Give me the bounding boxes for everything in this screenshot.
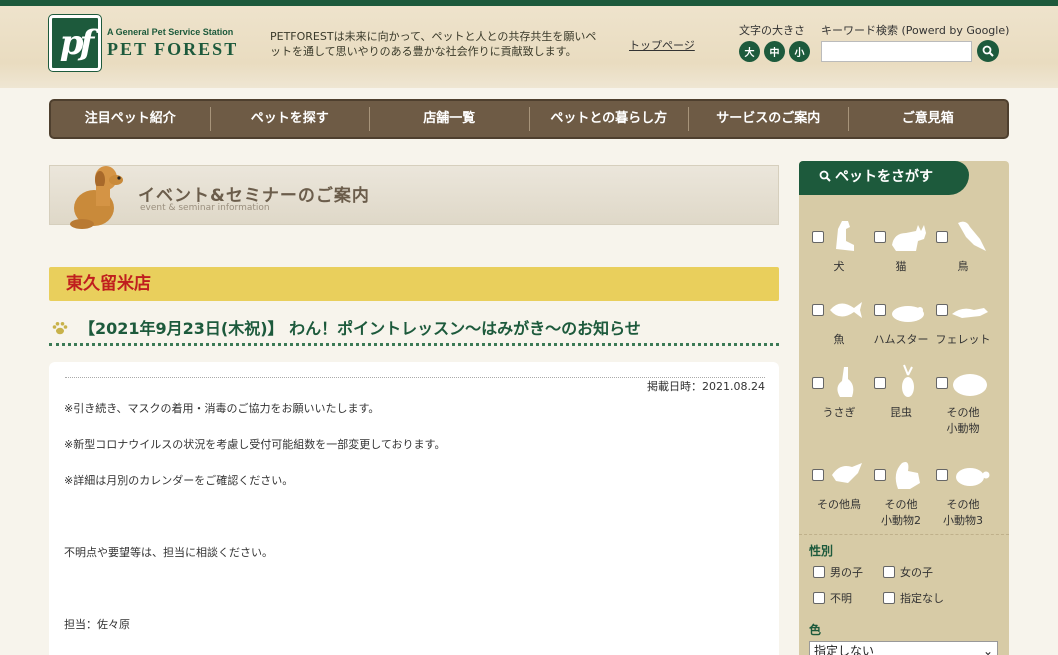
- dog-illustration-icon: [70, 166, 123, 229]
- pet-type-checkbox[interactable]: [936, 304, 948, 316]
- site-tagline: PETFORESTは未来に向かって、ペットと人との共存共生を願いペットを通して思…: [270, 30, 597, 58]
- logo-subtitle: A General Pet Service Station: [107, 26, 234, 37]
- font-size-label: 文字の大きさ: [739, 24, 805, 37]
- beetle-icon: [902, 364, 914, 397]
- global-nav: 注目ペット紹介 ペットを探す 店舗一覧 ペットとの暮らし方 サービスのご案内 ご…: [49, 99, 1009, 139]
- article-paragraph: ※引き続き、マスクの着用・消毒のご協力をお願いいたします。: [64, 402, 380, 415]
- pet-type-checkbox[interactable]: [812, 231, 824, 243]
- pet-type-label: 犬: [833, 260, 845, 273]
- pet-type-checkbox[interactable]: [936, 377, 948, 389]
- pet-type-option[interactable]: 魚: [807, 286, 871, 348]
- font-size-buttons: 大 中 小: [739, 41, 810, 62]
- small-animal-icon: [953, 374, 987, 396]
- section-banner: イベント&セミナーのご案内 event & seminar informatio…: [49, 165, 779, 229]
- shop-name-heading: 東久留米店: [49, 267, 779, 301]
- squirrel-icon: [895, 462, 920, 489]
- divider: [799, 534, 1009, 535]
- search-icon: [819, 170, 831, 182]
- pet-type-option[interactable]: その他 小動物2: [869, 451, 933, 529]
- color-label: 色: [809, 623, 822, 637]
- pet-type-option[interactable]: その他 小動物3: [931, 451, 995, 529]
- pet-type-label: ハムスター: [873, 333, 929, 346]
- search-input[interactable]: [821, 41, 972, 62]
- pet-type-checkbox[interactable]: [936, 469, 948, 481]
- pet-type-option[interactable]: 鳥: [931, 213, 995, 275]
- gender-unknown-checkbox[interactable]: 不明: [813, 590, 852, 606]
- pet-type-checkbox[interactable]: [936, 231, 948, 243]
- site-logo[interactable]: pf A General Pet Service Station PET FOR…: [49, 15, 238, 71]
- event-title-text: 【2021年9月23日(木祝)】 わん！ポイントレッスン～はみがき～のお知らせ: [79, 319, 641, 338]
- chevron-down-icon: ⌄: [982, 644, 993, 655]
- nav-featured-pets[interactable]: 注目ペット紹介: [51, 107, 211, 131]
- other-bird-icon: [832, 463, 862, 483]
- font-size-large-button[interactable]: 大: [739, 41, 760, 62]
- nav-find-pets[interactable]: ペットを探す: [211, 107, 370, 131]
- event-title: 【2021年9月23日(木祝)】 わん！ポイントレッスン～はみがき～のお知らせ: [49, 316, 779, 346]
- section-subtitle: event & seminar information: [140, 203, 270, 213]
- gender-label: 性別: [809, 544, 834, 558]
- pet-type-option[interactable]: その他鳥: [807, 451, 871, 513]
- font-size-medium-button[interactable]: 中: [764, 41, 785, 62]
- color-select[interactable]: 指定しない ⌄: [809, 641, 998, 655]
- article-paragraph: ※詳細は月別のカレンダーをご確認ください。: [64, 474, 294, 487]
- pet-type-option[interactable]: ハムスター: [869, 286, 933, 348]
- pet-type-option[interactable]: 昆虫: [869, 359, 933, 421]
- pet-type-option[interactable]: 犬: [807, 213, 871, 275]
- article-paragraph: 不明点や要望等は、担当に相談ください。: [64, 546, 273, 559]
- logo-title: PET FOREST: [107, 38, 239, 59]
- gender-female-checkbox[interactable]: 女の子: [883, 564, 933, 580]
- search-icon: [982, 45, 994, 57]
- nav-services[interactable]: サービスのご案内: [689, 107, 849, 131]
- pet-type-checkbox[interactable]: [874, 377, 886, 389]
- gender-any-checkbox[interactable]: 指定なし: [883, 590, 944, 606]
- fish-icon: [830, 302, 862, 318]
- search-label: キーワード検索 (Powerd by Google): [821, 24, 1010, 37]
- pet-type-option[interactable]: フェレット: [931, 286, 995, 348]
- pet-search-title: ペットをさがす: [799, 161, 969, 195]
- pet-type-checkbox[interactable]: [874, 304, 886, 316]
- pet-type-option[interactable]: 猫: [869, 213, 933, 275]
- pet-search-sidebar: ペットをさがす 犬 猫 鳥魚 ハムスター フェレットうさぎ 昆虫 その他 小動物その他鳥 その…: [799, 161, 1009, 655]
- pet-type-label: 猫: [895, 260, 907, 273]
- paw-icon: [52, 322, 68, 335]
- nav-shop-list[interactable]: 店舗一覧: [370, 107, 530, 131]
- ferret-icon: [952, 308, 988, 318]
- top-page-link[interactable]: トップページ: [629, 37, 695, 53]
- pet-type-label: その他鳥: [817, 498, 861, 511]
- article-paragraph: ※新型コロナウイルスの状況を考慮し受付可能組数を一部変更しております。: [64, 438, 446, 451]
- rabbit-icon: [837, 367, 854, 397]
- post-date: 掲載日時：2021.08.24: [65, 377, 765, 394]
- pet-type-checkbox[interactable]: [812, 304, 824, 316]
- gender-male-checkbox[interactable]: 男の子: [813, 564, 863, 580]
- pet-type-label: その他 小動物3: [943, 498, 983, 527]
- pet-type-label: うさぎ: [822, 406, 856, 419]
- nav-living-with-pets[interactable]: ペットとの暮らし方: [530, 107, 689, 131]
- pet-type-label: 昆虫: [890, 406, 912, 419]
- pet-type-label: フェレット: [935, 333, 991, 346]
- dog-icon: [836, 221, 854, 251]
- article-paragraph: 担当：佐々原: [64, 618, 130, 631]
- pet-type-option[interactable]: その他 小動物: [931, 359, 995, 437]
- pet-type-label: 鳥: [957, 260, 969, 273]
- logo-mark: pf: [49, 15, 101, 71]
- article-body: 掲載日時：2021.08.24 ※引き続き、マスクの着用・消毒のご協力をお願いい…: [49, 362, 779, 655]
- bird-icon: [958, 221, 986, 251]
- search-button[interactable]: [977, 40, 999, 62]
- pet-type-option[interactable]: うさぎ: [807, 359, 871, 421]
- pet-type-label: その他 小動物2: [881, 498, 921, 527]
- pet-type-checkbox[interactable]: [812, 377, 824, 389]
- turtle-icon: [956, 468, 990, 486]
- pet-type-label: その他 小動物: [946, 406, 980, 435]
- pet-type-checkbox[interactable]: [812, 469, 824, 481]
- pet-type-checkbox[interactable]: [874, 469, 886, 481]
- pet-type-label: 魚: [833, 333, 845, 346]
- pet-type-checkbox[interactable]: [874, 231, 886, 243]
- font-size-small-button[interactable]: 小: [789, 41, 810, 62]
- nav-feedback[interactable]: ご意見箱: [849, 107, 1008, 131]
- cat-icon: [892, 225, 926, 251]
- hamster-icon: [892, 306, 924, 322]
